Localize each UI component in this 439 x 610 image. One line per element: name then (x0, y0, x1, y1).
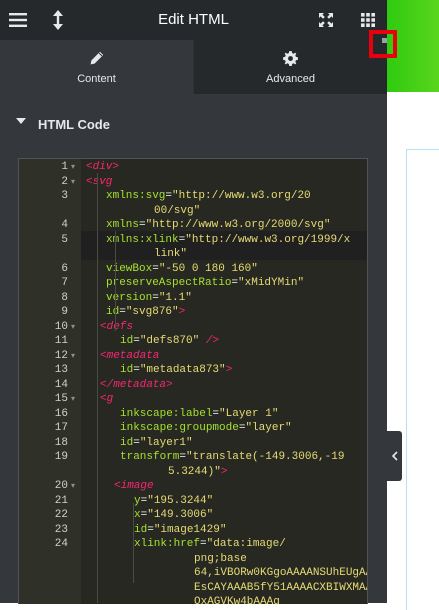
code-line-wrap: EsCAYAAAB5fY51AAAACXBIWXMAAA7EAAA (194, 581, 367, 594)
fold-toggle-icon[interactable]: ▾ (71, 177, 79, 187)
expand-icon[interactable] (308, 0, 344, 40)
panel-header: Edit HTML (0, 0, 387, 40)
code-line: id="image1429" (134, 523, 227, 536)
code-line: <metadata (100, 349, 160, 362)
line-number: 21 (54, 494, 68, 507)
pencil-icon (0, 51, 193, 67)
html-code-editor[interactable]: 1 ▾ 2 ▾ 3 4 5 6 7 8 9 10 ▾ 11 12 ▾ 13 14 15 ▾ 16 17 18 19 20 ▾ 21 2… (18, 158, 368, 604)
marker-dot (382, 38, 387, 43)
line-number: 2 (61, 175, 68, 188)
code-line-wrap: 64,iVBORw0KGgoAAAANSUhEUgAAASwAAA (194, 567, 367, 579)
fold-toggle-icon[interactable]: ▾ (71, 162, 79, 172)
code-line: <defs (100, 320, 134, 333)
indent-guide (97, 173, 98, 603)
code-line: x="149.3006" (134, 509, 214, 521)
line-number: 17 (54, 422, 68, 434)
line-number: 15 (54, 393, 68, 405)
line-number: 8 (61, 291, 68, 304)
html-code-section-toggle[interactable]: HTML Code (0, 104, 387, 144)
line-number: 18 (54, 436, 68, 449)
chevron-left-icon (391, 451, 398, 461)
code-line: y="195.3244" (134, 494, 214, 507)
line-number-gutter: 1 ▾ 2 ▾ 3 4 5 6 7 8 9 10 ▾ 11 12 ▾ 13 14 15 ▾ 16 17 18 19 20 ▾ 21 2… (19, 159, 81, 604)
line-number: 1 (61, 161, 68, 173)
hamburger-menu-icon[interactable] (0, 0, 36, 40)
tab-content-label: Content (77, 73, 116, 85)
panel-tabs: Content Advanced (0, 40, 387, 94)
line-number: 5 (61, 233, 68, 246)
line-number: 3 (61, 190, 68, 202)
code-line: preserveAspectRatio="xMidYMin" (106, 277, 305, 289)
preview-element-outline[interactable] (406, 149, 439, 610)
code-line: </metadata> (100, 378, 173, 391)
panel-collapse-handle[interactable] (387, 431, 402, 481)
code-line: id="svg876"> (106, 306, 186, 318)
fold-toggle-icon[interactable]: ▾ (71, 481, 79, 491)
code-line: xmlns="http://www.w3.org/2000/svg" (106, 219, 331, 231)
indent-guide (115, 231, 116, 331)
line-number: 9 (61, 306, 68, 318)
code-line: xlink:href="data:image/ (134, 538, 286, 550)
fold-toggle-icon[interactable]: ▾ (71, 351, 79, 361)
section-title: HTML Code (38, 117, 110, 132)
code-line: <div> (86, 161, 120, 173)
code-line: xmlns:xlink="http://www.w3.org/1999/x (106, 233, 351, 246)
fold-toggle-icon[interactable]: ▾ (71, 322, 79, 332)
code-line: transform="translate(-149.3006,-19 (120, 451, 345, 463)
line-number: 22 (54, 509, 68, 521)
line-number: 24 (54, 538, 68, 550)
code-line: version="1.1" (106, 291, 192, 304)
fold-toggle-icon[interactable]: ▾ (71, 394, 79, 404)
code-line-wrap: link" (154, 248, 188, 260)
code-line: viewBox="-50 0 180 160" (106, 262, 258, 275)
code-line-wrap: png;base (194, 552, 247, 565)
code-line: xmlns:svg="http://www.w3.org/20 (106, 190, 311, 202)
line-number: 6 (61, 262, 68, 275)
line-number: 16 (54, 407, 68, 420)
line-number: 13 (54, 364, 68, 376)
code-line: id="defs870" /> (120, 335, 220, 347)
code-line-wrap: 5.3244)"> (168, 465, 228, 478)
line-number: 11 (54, 335, 68, 347)
code-line: id="layer1" (120, 436, 193, 449)
caret-down-icon (16, 118, 26, 124)
line-number: 7 (61, 277, 68, 289)
tab-advanced-label: Advanced (266, 73, 315, 85)
code-line: <image (114, 480, 154, 492)
code-line: <g (100, 393, 114, 405)
gear-icon (194, 51, 387, 67)
line-number: 14 (54, 378, 68, 391)
code-line: inkscape:groupmode="layer" (120, 422, 292, 434)
line-number: 23 (54, 523, 68, 536)
line-number: 19 (54, 451, 68, 463)
code-line: id="metadata873"> (120, 364, 233, 376)
line-number: 20 (54, 480, 68, 492)
line-number: 4 (61, 219, 68, 231)
indent-guide (133, 503, 134, 583)
line-number: 12 (54, 349, 68, 362)
preview-selection-marker[interactable] (369, 30, 397, 58)
code-line: <svg (86, 175, 113, 188)
code-line-wrap: 00/svg" (154, 204, 201, 217)
editor-panel: Edit HTML Content Advanced HTML Code 1 ▾… (0, 0, 387, 604)
line-number: 10 (54, 320, 68, 333)
tab-advanced[interactable]: Advanced (194, 40, 387, 94)
code-line: inkscape:label="Layer 1" (120, 407, 279, 420)
vertical-arrows-icon[interactable] (40, 0, 76, 40)
tab-content[interactable]: Content (0, 40, 193, 94)
